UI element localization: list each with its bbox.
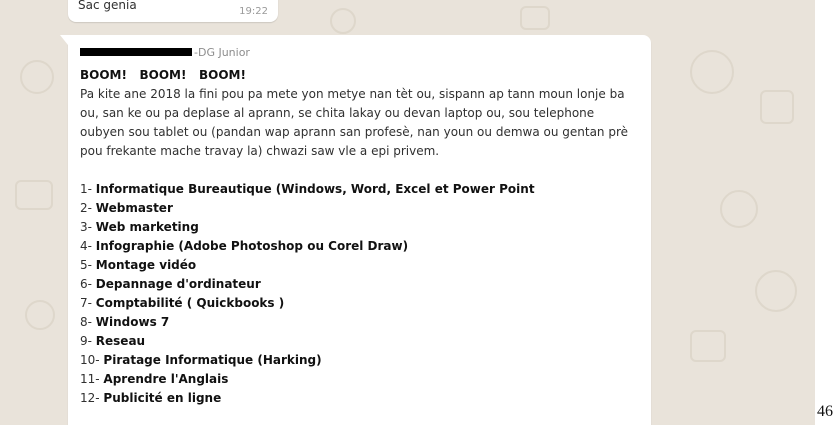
wallpaper-doodle bbox=[25, 300, 55, 330]
course-item: 1- Informatique Bureautique (Windows, Wo… bbox=[80, 182, 535, 196]
course-item: 4- Infographie (Adobe Photoshop ou Corel… bbox=[80, 239, 409, 253]
intro-line: oubyen sou tablet ou (pandan wap aprann … bbox=[80, 125, 629, 139]
redacted-sender-bar bbox=[80, 48, 192, 56]
bubble-tail bbox=[60, 35, 68, 45]
course-item: 10- Piratage Informatique (Harking) bbox=[80, 353, 322, 367]
previous-message-time: 19:22 bbox=[239, 6, 268, 17]
sender-name: -DG Junior bbox=[194, 45, 250, 59]
chat-area: Sac genia 19:22 -DG Junior BOOM! BOOM! B… bbox=[0, 0, 815, 425]
wallpaper-doodle bbox=[720, 190, 758, 228]
previous-message-bubble[interactable]: Sac genia 19:22 bbox=[68, 0, 278, 22]
course-list: 1- Informatique Bureautique (Windows, Wo… bbox=[80, 180, 645, 408]
course-item: 9- Reseau bbox=[80, 334, 146, 348]
sender-row: -DG Junior bbox=[80, 45, 250, 59]
wallpaper-doodle bbox=[20, 60, 54, 94]
wallpaper-doodle bbox=[330, 8, 356, 34]
wallpaper-doodle bbox=[690, 330, 726, 362]
wallpaper-doodle bbox=[520, 6, 550, 30]
wallpaper-doodle bbox=[755, 270, 797, 312]
course-item: 11- Aprendre l'Anglais bbox=[80, 372, 229, 386]
message-body: BOOM! BOOM! BOOM! Pa kite ane 2018 la fi… bbox=[80, 66, 645, 408]
wallpaper-doodle bbox=[15, 180, 53, 210]
intro-line: Pa kite ane 2018 la fini pou pa mete yon… bbox=[80, 87, 625, 101]
course-item: 7- Comptabilité ( Quickbooks ) bbox=[80, 296, 285, 310]
wallpaper-doodle bbox=[690, 50, 734, 94]
course-item: 6- Depannage d'ordinateur bbox=[80, 277, 261, 291]
previous-message-text: Sac genia bbox=[78, 0, 137, 12]
course-item: 3- Web marketing bbox=[80, 220, 199, 234]
message-headline: BOOM! BOOM! BOOM! bbox=[80, 68, 246, 82]
course-item: 5- Montage vidéo bbox=[80, 258, 197, 272]
course-item: 2- Webmaster bbox=[80, 201, 173, 215]
intro-line: pou frekante mache travay la) chwazi saw… bbox=[80, 144, 440, 158]
course-item: 12- Publicité en ligne bbox=[80, 391, 222, 405]
course-item: 8- Windows 7 bbox=[80, 315, 170, 329]
wallpaper-doodle bbox=[760, 90, 794, 124]
page-number: 46 bbox=[817, 403, 833, 420]
message-bubble[interactable]: -DG Junior BOOM! BOOM! BOOM! Pa kite ane… bbox=[60, 35, 651, 425]
intro-line: ou, san ke ou pa deplase al aprann, se c… bbox=[80, 106, 595, 120]
